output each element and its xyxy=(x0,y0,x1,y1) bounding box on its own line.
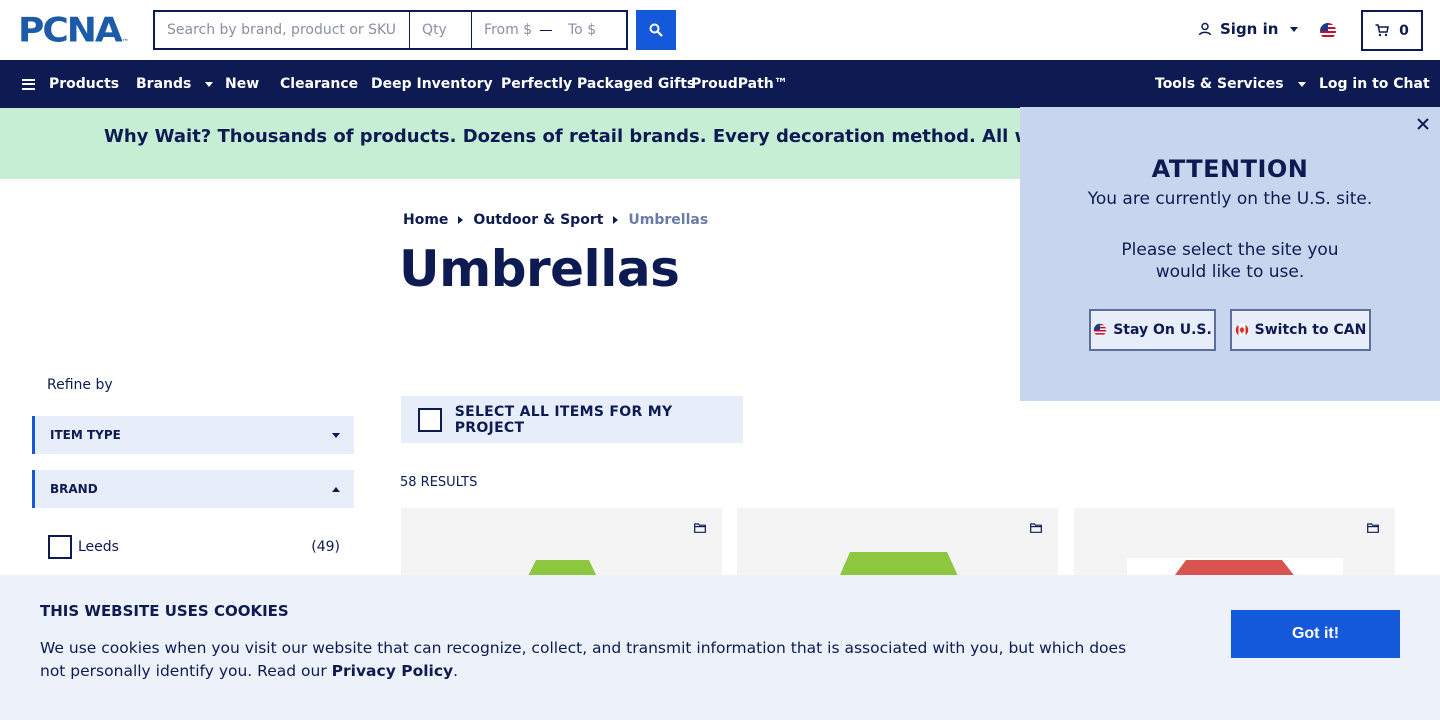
nav-chat-label: Log in to Chat xyxy=(1319,76,1430,92)
folder-icon[interactable] xyxy=(1367,523,1379,533)
folder-icon[interactable] xyxy=(694,523,706,533)
cookie-text: We use cookies when you visit our websit… xyxy=(40,637,1140,683)
got-it-button[interactable]: Got it! xyxy=(1231,610,1400,658)
qty-input[interactable] xyxy=(410,12,473,48)
select-all-checkbox[interactable] xyxy=(418,407,442,432)
results-count: 58 RESULTS xyxy=(400,475,478,490)
promo-text: Why Wait? Thousands of products. Dozens … xyxy=(104,126,1175,147)
logo-text: PCNA xyxy=(18,11,123,51)
nav-proudpath[interactable]: ProudPath™ xyxy=(691,60,788,108)
us-flag-icon xyxy=(1320,23,1336,39)
cookie-banner: THIS WEBSITE USES COOKIES We use cookies… xyxy=(0,575,1440,720)
modal-current-site-text: You are currently on the U.S. site. xyxy=(1087,189,1373,209)
breadcrumb-outdoor-sport[interactable]: Outdoor & Sport xyxy=(473,212,603,228)
chevron-down-icon xyxy=(332,432,340,438)
canada-flag-icon xyxy=(1235,323,1248,337)
top-header: PCNA ™ Sign in xyxy=(0,0,1440,60)
stay-on-us-label: Stay On U.S. xyxy=(1113,322,1212,338)
facet-item-type-label: ITEM TYPE xyxy=(50,428,121,442)
logo-trademark: ™ xyxy=(121,38,129,46)
facet-item-type[interactable]: ITEM TYPE xyxy=(32,416,354,454)
brand-option-count: (49) xyxy=(311,539,340,555)
price-range-dash xyxy=(540,29,552,31)
nav-new-label: New xyxy=(225,76,260,92)
brand-option-label[interactable]: Leeds xyxy=(78,539,119,555)
facet-brand[interactable]: BRAND xyxy=(32,470,354,508)
cart-icon xyxy=(1375,24,1390,37)
brand-leeds-checkbox[interactable] xyxy=(48,535,72,559)
refine-by-label: Refine by xyxy=(47,377,113,393)
page-title: Umbrellas xyxy=(399,240,680,298)
select-all-bar[interactable]: SELECT ALL ITEMS FOR MY PROJECT xyxy=(401,396,743,443)
breadcrumb-separator-icon xyxy=(458,216,464,224)
nav-products[interactable]: Products xyxy=(22,60,119,108)
select-all-label: SELECT ALL ITEMS FOR MY PROJECT xyxy=(454,403,673,436)
nav-products-label: Products xyxy=(49,76,120,92)
nav-deep-inventory[interactable]: Deep Inventory xyxy=(371,60,493,108)
nav-brands[interactable]: Brands xyxy=(136,60,214,108)
switch-to-can-button[interactable]: Switch to CAN xyxy=(1230,309,1371,351)
price-from-input[interactable] xyxy=(472,12,537,48)
modal-title: ATTENTION xyxy=(1151,155,1309,183)
switch-to-can-label: Switch to CAN xyxy=(1254,322,1367,338)
cookie-title: THIS WEBSITE USES COOKIES xyxy=(40,602,289,620)
cart-button[interactable]: 0 xyxy=(1361,10,1423,51)
country-selector[interactable] xyxy=(1319,22,1337,44)
user-icon xyxy=(1198,22,1212,36)
nav-gifts-label: Perfectly Packaged Gifts xyxy=(501,76,696,92)
cookie-text-end: . xyxy=(453,662,459,680)
price-to-input[interactable] xyxy=(556,12,626,48)
search-button[interactable] xyxy=(636,10,676,50)
breadcrumb: Home Outdoor & Sport Umbrellas xyxy=(403,212,708,228)
nav-tools-services[interactable]: Tools & Services xyxy=(1155,60,1306,108)
search-icon xyxy=(649,23,663,37)
facet-brand-label: BRAND xyxy=(50,482,98,496)
cookie-text-body: We use cookies when you visit our websit… xyxy=(40,639,1127,680)
breadcrumb-current: Umbrellas xyxy=(628,212,709,228)
nav-proudpath-label: ProudPath™ xyxy=(691,76,788,92)
breadcrumb-separator-icon xyxy=(613,216,619,224)
us-flag-icon xyxy=(1093,323,1107,337)
nav-tools-label: Tools & Services xyxy=(1155,76,1284,92)
sign-in-menu[interactable]: Sign in xyxy=(1198,20,1299,38)
folder-icon[interactable] xyxy=(1030,523,1042,533)
site-selection-popup: ATTENTION You are currently on the U.S. … xyxy=(1020,107,1440,401)
main-nav: Products Brands New Clearance Deep Inven… xyxy=(0,60,1440,108)
search-bar xyxy=(153,10,628,50)
chevron-down-icon xyxy=(1297,81,1306,87)
nav-gifts[interactable]: Perfectly Packaged Gifts xyxy=(501,60,695,108)
pcna-logo[interactable]: PCNA ™ xyxy=(18,11,129,51)
brand-option-leeds: Leeds (49) xyxy=(48,535,340,559)
hamburger-icon xyxy=(22,78,35,90)
nav-deep-inventory-label: Deep Inventory xyxy=(371,76,493,92)
cart-count: 0 xyxy=(1399,22,1409,39)
nav-clearance-label: Clearance xyxy=(280,76,359,92)
nav-brands-label: Brands xyxy=(136,76,192,92)
nav-new[interactable]: New xyxy=(225,60,259,108)
stay-on-us-button[interactable]: Stay On U.S. xyxy=(1089,309,1216,351)
chevron-up-icon xyxy=(332,486,340,492)
chevron-down-icon xyxy=(1290,26,1299,32)
close-icon[interactable] xyxy=(1415,116,1431,132)
chevron-down-icon xyxy=(205,81,214,87)
breadcrumb-home[interactable]: Home xyxy=(403,212,448,228)
sign-in-label: Sign in xyxy=(1220,20,1279,38)
nav-chat-login[interactable]: Log in to Chat xyxy=(1319,60,1430,108)
modal-select-site-text: Please select the site you would like to… xyxy=(1121,240,1339,282)
privacy-policy-link[interactable]: Privacy Policy xyxy=(332,662,454,680)
search-input[interactable] xyxy=(155,12,411,48)
nav-clearance[interactable]: Clearance xyxy=(280,60,358,108)
